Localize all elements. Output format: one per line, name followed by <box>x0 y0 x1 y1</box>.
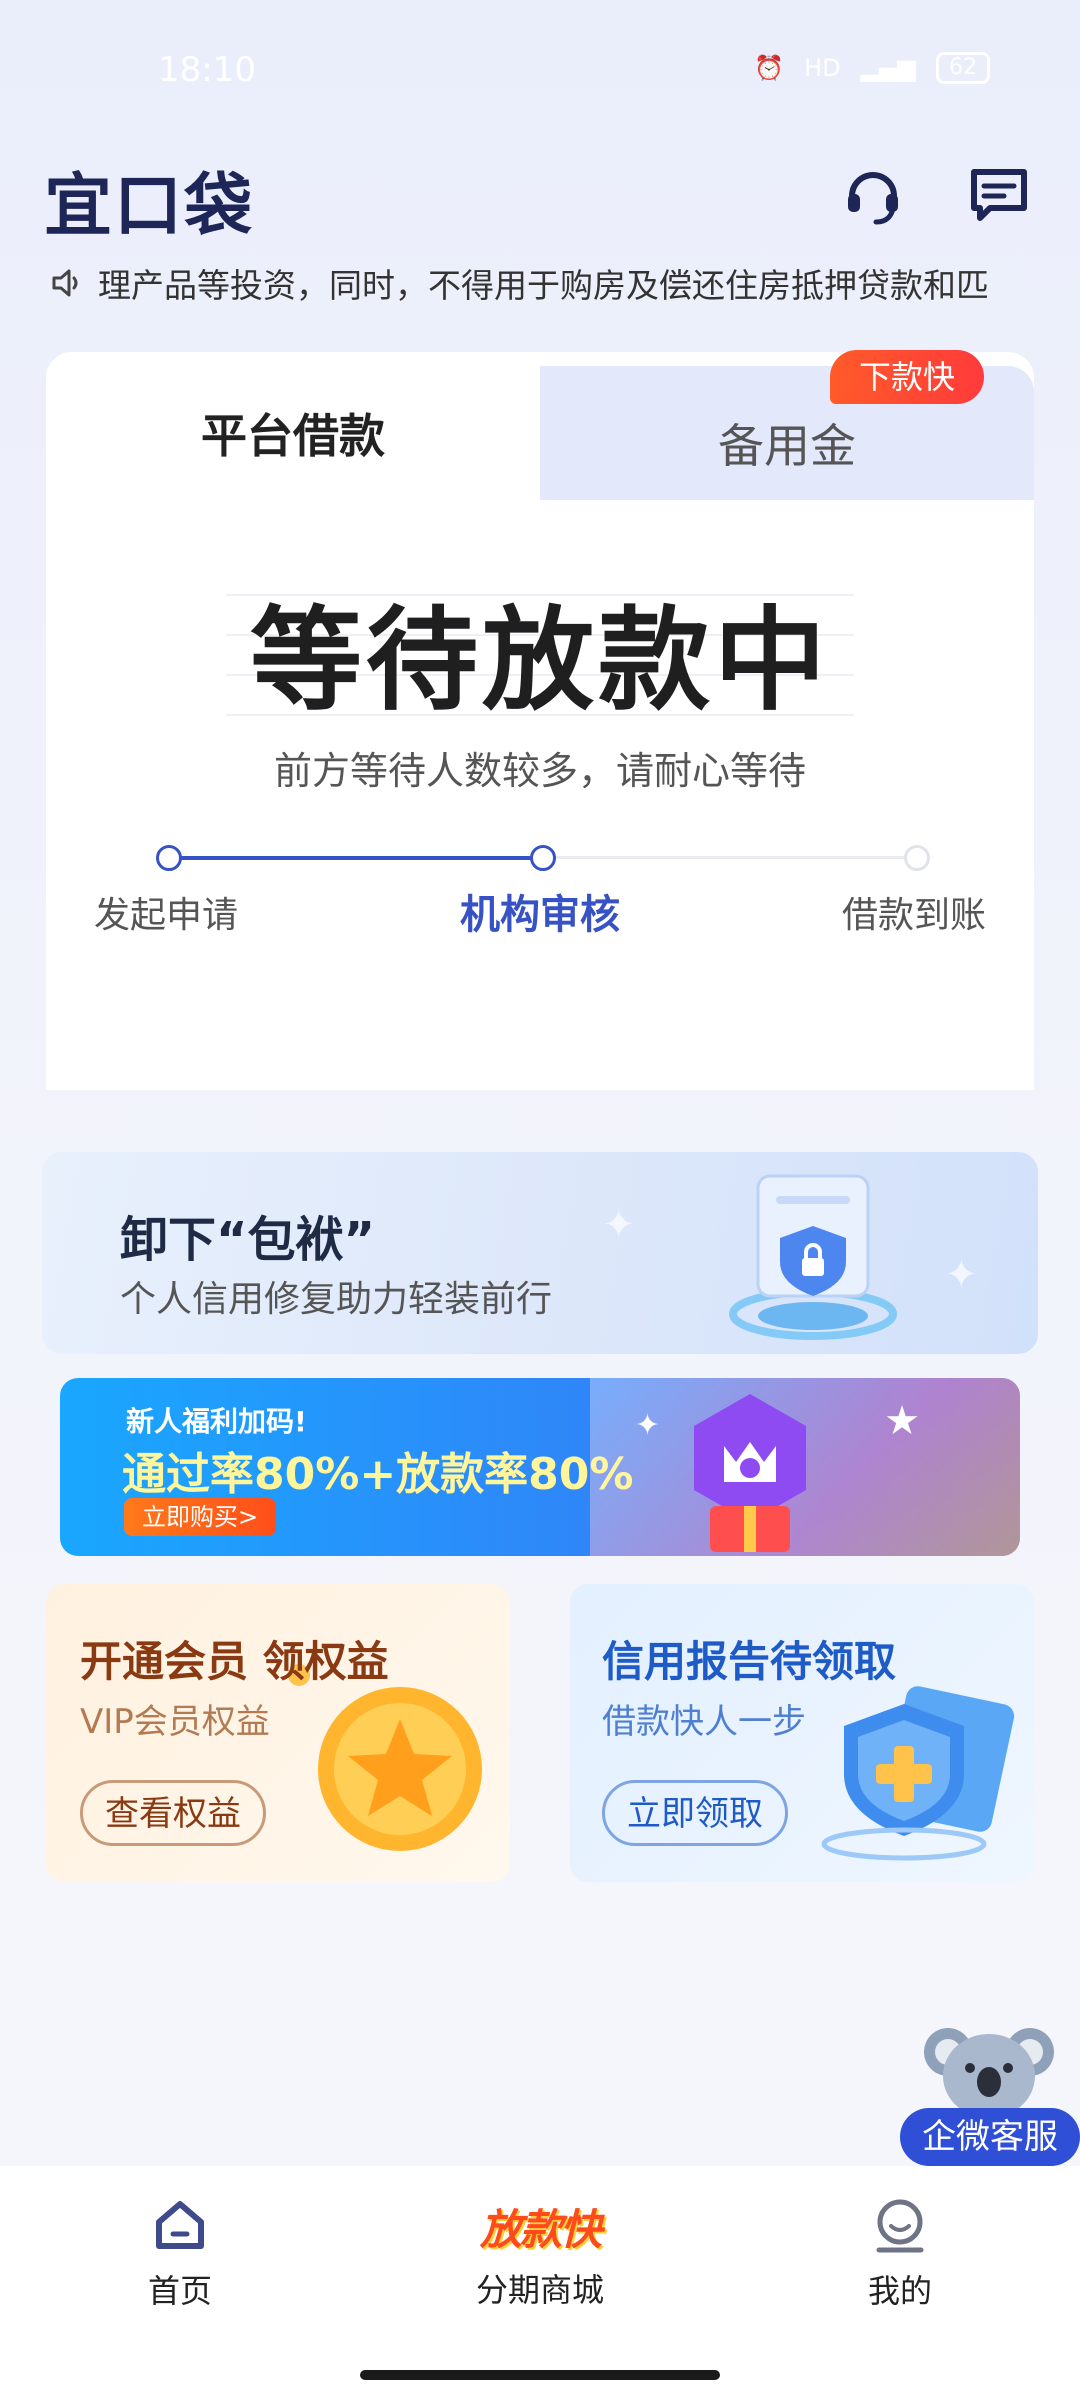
home-icon <box>156 2201 204 2249</box>
star-icon: ★ <box>884 1398 920 1444</box>
view-benefits-button[interactable]: 查看权益 <box>80 1780 266 1846</box>
nav-label-mall: 分期商城 <box>475 2271 604 2309</box>
speaker-icon <box>52 269 78 297</box>
claim-report-button[interactable]: 立即领取 <box>602 1780 788 1846</box>
loan-status-subtitle: 前方等待人数较多，请耐心等待 <box>273 749 806 793</box>
fast-payout-logo: 放款快 <box>479 2205 602 2254</box>
step-dot-received <box>904 845 930 871</box>
profile-icon <box>876 2199 924 2253</box>
battery-indicator: 62 <box>936 52 990 84</box>
sparkle-icon: ✦ <box>944 1252 978 1298</box>
message-icon[interactable] <box>966 162 1032 228</box>
status-icons: ⏰ HD ▂▄▆ 62 <box>754 52 990 84</box>
shield-lock-illustration <box>729 1174 897 1340</box>
credit-report-subtitle: 借款快人一步 <box>602 1702 806 1742</box>
status-time: 18:10 <box>158 50 256 90</box>
progress-line-pending <box>540 856 914 859</box>
shield-plus-illustration <box>821 1686 1015 1861</box>
notice-bar[interactable]: 理产品等投资，同时，不得用于购房及偿还住房抵押贷款和匹 <box>50 260 1040 306</box>
credit-repair-title: 卸下“包袱” <box>120 1212 376 1268</box>
star-coin-illustration <box>318 1687 482 1851</box>
loan-status-title: 等待放款中 <box>250 596 830 726</box>
nav-item-mall[interactable]: 放款快 分期商城 <box>440 2196 640 2311</box>
sparkle-icon: ✦ <box>634 1408 660 1443</box>
signal-icon: ▂▄▆ <box>860 54 916 82</box>
nav-item-home[interactable]: 首页 <box>80 2196 280 2312</box>
nav-item-mine[interactable]: 我的 <box>800 2196 1000 2312</box>
progress-line-completed <box>166 856 540 860</box>
vip-title: 开通会员 领权益 <box>80 1637 389 1686</box>
tab-platform-loan-label: 平台借款 <box>201 409 385 463</box>
wechat-service-button[interactable]: 企微客服 <box>900 2108 1080 2166</box>
step-label-received: 借款到账 <box>841 895 986 936</box>
promo-small-text: 新人福利加码! <box>126 1405 307 1438</box>
hd-icon: HD <box>804 54 841 82</box>
home-indicator[interactable] <box>360 2370 720 2380</box>
koala-mascot-icon[interactable] <box>922 2012 1056 2122</box>
step-label-review: 机构审核 <box>460 892 620 938</box>
tab-backup-fund-label: 备用金 <box>718 419 856 473</box>
fast-payout-badge: 下款快 <box>830 350 984 404</box>
notice-text: 理产品等投资，同时，不得用于购房及偿还住房抵押贷款和匹 <box>98 266 989 305</box>
vip-subtitle: VIP会员权益 <box>80 1702 270 1742</box>
sparkle-icon: ✦ <box>602 1202 636 1248</box>
alarm-icon: ⏰ <box>754 54 785 82</box>
credit-repair-subtitle: 个人信用修复助力轻装前行 <box>120 1279 553 1320</box>
step-dot-review <box>530 845 556 871</box>
credit-report-title: 信用报告待领取 <box>602 1637 897 1686</box>
promo-buy-button[interactable]: 立即购买> <box>124 1498 277 1536</box>
step-label-apply: 发起申请 <box>93 895 238 936</box>
app-logo: 宜口袋 <box>44 167 255 246</box>
crown-gift-illustration <box>694 1394 806 1552</box>
customer-service-headset-icon[interactable] <box>840 162 906 228</box>
nav-label-mine: 我的 <box>867 2272 932 2310</box>
step-dot-apply <box>156 845 182 871</box>
promo-headline: 通过率80%+放款率80% <box>122 1449 634 1500</box>
nav-label-home: 首页 <box>147 2272 212 2310</box>
